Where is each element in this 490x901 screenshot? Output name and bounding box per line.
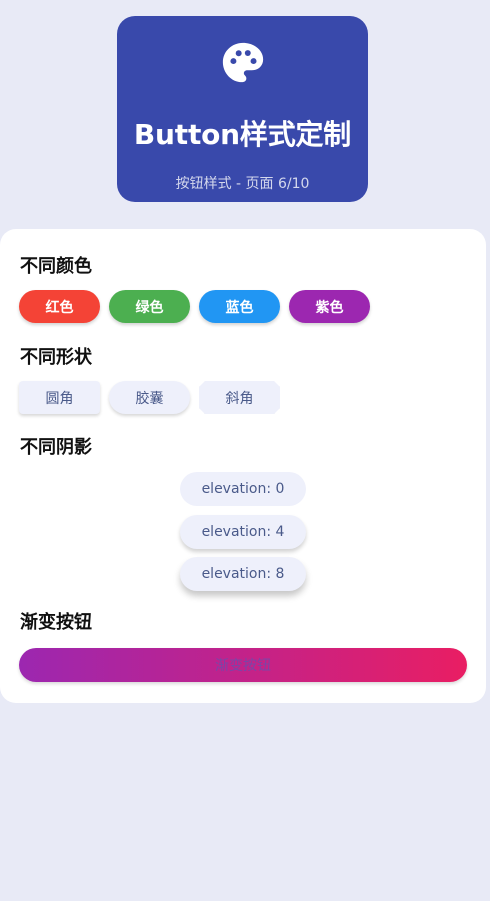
header-card: Button样式定制 按钮样式 - 页面 6/10 <box>117 16 368 202</box>
green-button[interactable]: 绿色 <box>109 290 190 323</box>
purple-button[interactable]: 紫色 <box>289 290 370 323</box>
elevation-0-button[interactable]: elevation: 0 <box>180 472 306 506</box>
color-button-row: 红色 绿色 蓝色 紫色 <box>19 290 370 323</box>
blue-button-label: 蓝色 <box>225 299 254 316</box>
elevation-8-button[interactable]: elevation: 8 <box>180 557 306 591</box>
elevation-4-label: elevation: 4 <box>201 524 285 540</box>
gradient-button-label: 渐变按钮 <box>215 658 271 674</box>
elevation-8-label: elevation: 8 <box>201 566 285 582</box>
page-subtitle: 按钮样式 - 页面 6/10 <box>175 176 310 192</box>
green-button-label: 绿色 <box>135 299 164 316</box>
elevation-4-button[interactable]: elevation: 4 <box>180 515 306 549</box>
page-title: Button样式定制 <box>133 118 352 151</box>
section-title-shapes: 不同形状 <box>20 347 92 368</box>
blue-button[interactable]: 蓝色 <box>199 290 280 323</box>
red-button[interactable]: 红色 <box>19 290 100 323</box>
section-title-colors: 不同颜色 <box>20 256 92 277</box>
section-title-shadows: 不同阴影 <box>20 437 92 458</box>
section-title-gradient: 渐变按钮 <box>20 612 92 633</box>
gradient-button[interactable]: 渐变按钮 <box>19 648 467 682</box>
palette-icon <box>222 42 263 83</box>
beveled-button-label: 斜角 <box>225 390 254 407</box>
purple-button-label: 紫色 <box>315 299 344 316</box>
capsule-button[interactable]: 胶囊 <box>109 381 190 414</box>
button-style-card: 不同颜色 红色 绿色 蓝色 紫色 不同形状 圆角 胶囊 斜角 不同阴影 elev… <box>0 229 486 703</box>
shape-button-row: 圆角 胶囊 斜角 <box>19 381 280 414</box>
rounded-button-label: 圆角 <box>45 390 74 407</box>
elevation-0-label: elevation: 0 <box>201 481 285 497</box>
red-button-label: 红色 <box>45 299 74 316</box>
rounded-button[interactable]: 圆角 <box>19 381 100 414</box>
beveled-button[interactable]: 斜角 <box>199 381 280 414</box>
capsule-button-label: 胶囊 <box>135 390 164 407</box>
